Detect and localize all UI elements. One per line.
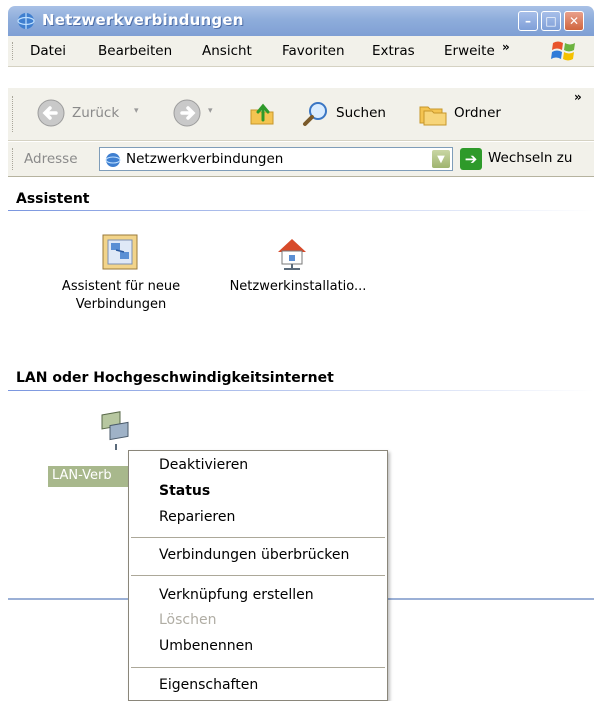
windows-logo-icon bbox=[551, 41, 575, 61]
item-lan-connection[interactable]: LAN-Verb bbox=[48, 410, 138, 490]
maximize-button[interactable]: □ bbox=[541, 11, 561, 31]
minimize-icon: – bbox=[525, 14, 531, 28]
menu-overflow-icon[interactable]: » bbox=[502, 40, 510, 54]
folders-label: Ordner bbox=[454, 105, 501, 121]
search-button[interactable]: Suchen bbox=[298, 96, 408, 130]
group-divider bbox=[8, 210, 594, 211]
address-grip[interactable] bbox=[12, 148, 16, 170]
ctx-verbindungen-ueberbruecken[interactable]: Verbindungen überbrücken bbox=[159, 547, 349, 563]
address-field[interactable]: Netzwerkverbindungen ▼ bbox=[99, 147, 453, 171]
ctx-eigenschaften[interactable]: Eigenschaften bbox=[159, 677, 258, 693]
menu-bearbeiten[interactable]: Bearbeiten bbox=[98, 43, 172, 59]
go-arrow-icon: ➔ bbox=[460, 148, 482, 170]
address-value: Netzwerkverbindungen bbox=[126, 151, 284, 167]
back-dropdown-icon[interactable]: ▾ bbox=[134, 106, 139, 116]
title-bar[interactable]: Netzwerkverbindungen – □ ✕ bbox=[8, 6, 594, 36]
group-divider bbox=[8, 390, 594, 391]
item-label: Assistent für neue Verbindungen bbox=[46, 278, 196, 314]
menu-datei[interactable]: Datei bbox=[30, 43, 66, 59]
maximize-icon: □ bbox=[545, 14, 557, 28]
go-label: Wechseln zu bbox=[488, 150, 573, 166]
ctx-reparieren[interactable]: Reparieren bbox=[159, 509, 235, 525]
back-button[interactable]: Zurück ▾ bbox=[32, 96, 162, 130]
lan-connection-icon bbox=[101, 411, 129, 450]
back-arrow-icon bbox=[37, 99, 65, 127]
ctx-separator bbox=[131, 575, 385, 576]
item-label: Netzwerkinstallatio... bbox=[208, 278, 388, 296]
toolbar-overflow-icon[interactable]: » bbox=[574, 90, 582, 104]
ctx-loeschen[interactable]: Löschen bbox=[159, 612, 216, 628]
context-menu: Deaktivieren Status Reparieren Verbindun… bbox=[128, 450, 388, 701]
window-title: Netzwerkverbindungen bbox=[42, 11, 244, 29]
address-dropdown-icon[interactable]: ▼ bbox=[432, 150, 450, 168]
go-button[interactable]: ➔ Wechseln zu bbox=[460, 147, 594, 171]
menu-favoriten[interactable]: Favoriten bbox=[282, 43, 345, 59]
folders-button[interactable]: Ordner bbox=[414, 96, 518, 130]
search-label: Suchen bbox=[336, 105, 386, 121]
close-button[interactable]: ✕ bbox=[564, 11, 584, 31]
address-label: Adresse bbox=[24, 151, 78, 167]
item-new-connection-wizard[interactable]: Assistent für neue Verbindungen bbox=[46, 232, 196, 332]
group-heading-assistent: Assistent bbox=[16, 191, 90, 207]
folder-up-icon[interactable] bbox=[248, 100, 276, 128]
ctx-separator bbox=[131, 537, 385, 538]
toolbar-grip[interactable] bbox=[12, 96, 16, 132]
forward-arrow-icon bbox=[173, 99, 201, 127]
ctx-verknuepfung-erstellen[interactable]: Verknüpfung erstellen bbox=[159, 587, 314, 603]
ctx-status[interactable]: Status bbox=[159, 483, 210, 499]
menu-grip[interactable] bbox=[12, 42, 16, 60]
address-bar: Adresse Netzwerkverbindungen ▼ ➔ Wechsel… bbox=[8, 142, 594, 177]
menu-ansicht[interactable]: Ansicht bbox=[202, 43, 252, 59]
network-setup-house-icon bbox=[278, 239, 306, 270]
network-connections-icon bbox=[17, 13, 35, 29]
address-network-icon bbox=[105, 153, 121, 167]
item-label-line1: Assistent für neue bbox=[61, 279, 181, 294]
folders-icon bbox=[419, 106, 447, 126]
forward-dropdown-icon[interactable]: ▾ bbox=[208, 106, 213, 116]
group-heading-lan: LAN oder Hochgeschwindigkeitsinternet bbox=[16, 370, 334, 386]
forward-button[interactable]: ▾ bbox=[168, 96, 224, 130]
close-icon: ✕ bbox=[568, 14, 580, 28]
search-icon bbox=[303, 102, 327, 126]
menu-bar: Datei Bearbeiten Ansicht Favoriten Extra… bbox=[8, 36, 594, 67]
connection-wizard-icon bbox=[102, 234, 138, 270]
item-label: LAN-Verb bbox=[52, 468, 112, 483]
menu-erweitert[interactable]: Erweite bbox=[444, 43, 495, 59]
ctx-umbenennen[interactable]: Umbenennen bbox=[159, 638, 253, 654]
minimize-button[interactable]: – bbox=[518, 11, 538, 31]
back-label: Zurück bbox=[72, 105, 120, 121]
item-label-line1: Netzwerkinstallatio... bbox=[229, 279, 367, 294]
ctx-separator bbox=[131, 667, 385, 668]
menu-extras[interactable]: Extras bbox=[372, 43, 415, 59]
ctx-deaktivieren[interactable]: Deaktivieren bbox=[159, 457, 248, 473]
item-label-line2: Verbindungen bbox=[75, 297, 167, 312]
item-network-setup[interactable]: Netzwerkinstallatio... bbox=[208, 232, 388, 294]
standard-toolbar: Zurück ▾ ▾ Suchen Ordner » bbox=[8, 88, 594, 141]
